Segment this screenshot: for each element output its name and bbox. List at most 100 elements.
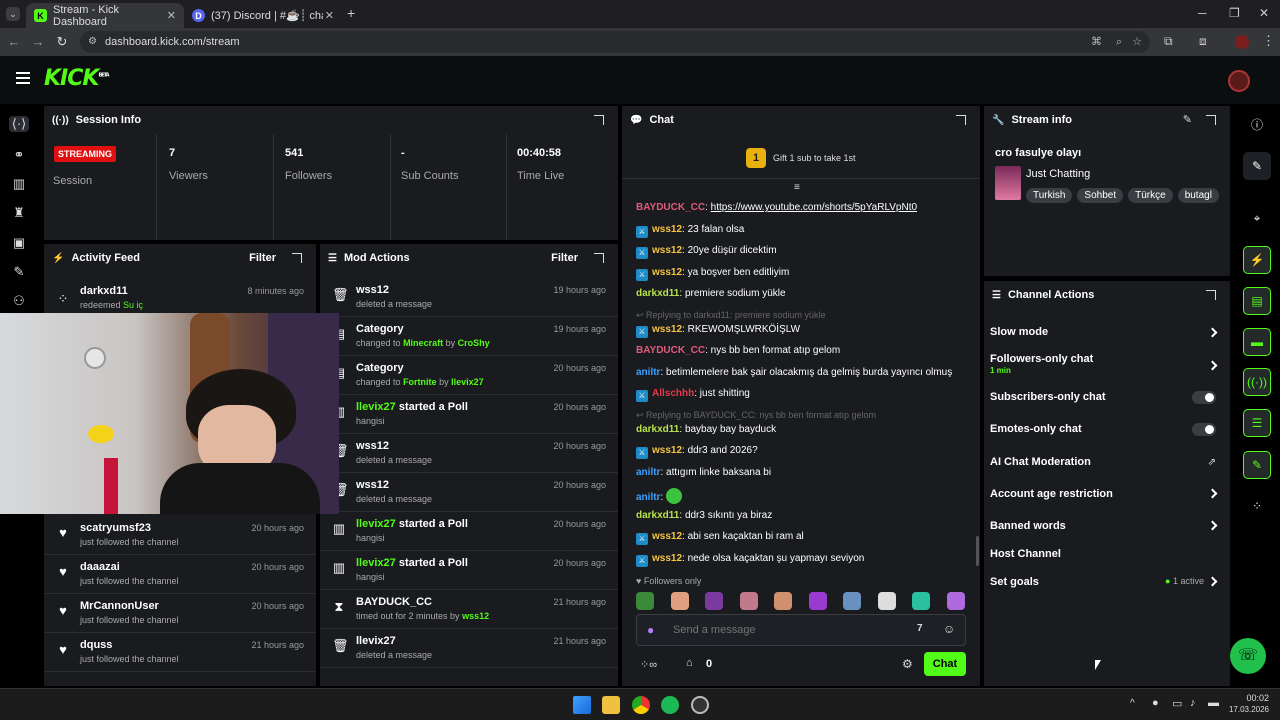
external-link-icon[interactable]: ⇗ <box>1208 457 1216 468</box>
support-headset-icon[interactable]: ☏ <box>1230 638 1266 674</box>
chat-message[interactable]: ⚔ wss12: ya boşver ben editliyim <box>636 267 789 281</box>
close-window-icon[interactable]: ✕ <box>1259 6 1269 20</box>
tab-kick-dashboard[interactable]: K Stream - Kick Dashboard ✕ <box>26 3 184 28</box>
profile-avatar[interactable] <box>1235 35 1249 49</box>
stream-broadcast-icon[interactable]: ⟨·⟩ <box>9 116 29 132</box>
lightning-icon[interactable]: ⚡ <box>1243 246 1271 274</box>
zoom-icon[interactable]: ⌕ <box>1116 31 1122 53</box>
chat-message[interactable]: ⚔ Allschhh: just shitting <box>636 388 750 402</box>
chat-username[interactable]: aniltr <box>636 467 660 478</box>
chat-scrollbar[interactable] <box>976 536 979 566</box>
volume-icon[interactable]: ♪ <box>1190 697 1196 709</box>
edit-icon[interactable]: ✎ <box>1243 152 1271 180</box>
category-name[interactable]: Just Chatting <box>1026 168 1090 180</box>
popout-icon[interactable] <box>1206 290 1216 300</box>
site-info-icon[interactable]: ⚙ <box>88 31 97 53</box>
broadcast-icon[interactable]: ((·)) <box>1243 368 1271 396</box>
chat-message[interactable]: BAYDUCK_CC: nys bb ben format atıp gelom <box>636 345 840 356</box>
chat-message[interactable]: aniltr: betimlemelere bak şair olacakmış… <box>636 367 952 378</box>
extensions-icon[interactable]: ⧉ <box>1164 34 1173 49</box>
popout-icon[interactable] <box>594 115 604 125</box>
chat-username[interactable]: wss12 <box>652 324 682 335</box>
chat-message[interactable]: ⚔ wss12: 23 falan olsa <box>636 224 744 238</box>
chat-input-box[interactable]: ● 7 ☺ <box>636 614 966 646</box>
category-name[interactable]: Minecraft <box>403 338 443 348</box>
category-thumbnail[interactable] <box>995 166 1021 200</box>
chat-username[interactable]: wss12 <box>652 267 682 278</box>
set-goals-option[interactable]: Set goals <box>990 576 1039 588</box>
forward-icon[interactable]: → <box>30 34 46 49</box>
popout-icon[interactable] <box>292 253 302 263</box>
close-tab-icon[interactable]: ✕ <box>167 9 176 22</box>
mod-user[interactable]: llevix27 <box>451 377 484 387</box>
account-age-option[interactable]: Account age restriction <box>990 488 1113 500</box>
chat-message[interactable]: darkxd11: baybay bay bayduck <box>636 424 776 435</box>
chat-username[interactable]: wss12 <box>652 245 682 256</box>
mod-user[interactable]: llevix27 <box>356 401 396 413</box>
community-icon[interactable]: ⁘ <box>1243 492 1271 520</box>
popout-icon[interactable] <box>594 253 604 263</box>
tab-search-button[interactable]: ⌄ <box>6 7 20 21</box>
link-icon[interactable]: ⚭ <box>11 147 27 163</box>
emote-shortcut-icon[interactable] <box>808 592 827 610</box>
kick-logo[interactable]: KICKBETA <box>44 66 110 91</box>
trophy-icon[interactable]: ♜ <box>11 205 27 221</box>
emote-shortcut-icon[interactable] <box>739 592 758 610</box>
chevron-right-icon[interactable] <box>1207 360 1218 371</box>
chat-message[interactable]: ⚔ wss12: ddr3 and 2026? <box>636 445 758 459</box>
emote-shortcut-icon[interactable] <box>946 592 965 610</box>
maximize-icon[interactable]: ❐ <box>1229 6 1240 20</box>
popout-icon[interactable] <box>956 115 966 125</box>
chat-username[interactable]: darkxd11 <box>636 510 679 521</box>
chat-message-input[interactable] <box>673 622 893 638</box>
chat-link[interactable]: https://www.youtube.com/shorts/5pYaRLVpN… <box>711 202 917 213</box>
emote-shortcut-icon[interactable] <box>774 592 792 610</box>
close-tab-icon[interactable]: ✕ <box>325 9 334 22</box>
chat-message[interactable]: ⚔ wss12: abi sen kaçaktan bi ram al <box>636 531 804 545</box>
emote-shortcut-icon[interactable] <box>705 592 723 610</box>
video-icon[interactable]: ▣ <box>11 235 27 251</box>
menu-kebab-icon[interactable]: ⋮ <box>1262 33 1275 49</box>
viewer-mode-icon[interactable]: ⁘∞ <box>640 658 657 671</box>
subscribers-only-toggle[interactable] <box>1192 391 1216 404</box>
wrench-icon[interactable]: ✎ <box>11 264 27 280</box>
emoji-picker-icon[interactable]: ☺ <box>943 622 955 636</box>
list-icon[interactable]: ☰ <box>1243 409 1271 437</box>
chat-username[interactable]: wss12 <box>652 445 682 456</box>
emote-shortcut-icon[interactable] <box>843 592 861 610</box>
screenshot-icon[interactable]: ⌖ <box>1243 204 1271 232</box>
tab-discord[interactable]: D (37) Discord | #☕┊ chat | Cro· ✕ <box>184 3 342 28</box>
reload-icon[interactable]: ↻ <box>54 34 70 50</box>
tray-chevron-icon[interactable]: ^ <box>1130 698 1135 709</box>
chrome-icon[interactable] <box>632 696 650 714</box>
emote-shortcut-icon[interactable] <box>636 592 654 610</box>
chat-message[interactable]: ⚔ wss12: RKEWOMŞLWRKÖİŞLW <box>636 324 800 338</box>
chat-username[interactable]: wss12 <box>652 553 682 564</box>
address-input[interactable]: ⚙ dashboard.kick.com/stream ⌘ ⌕ ☆ <box>80 31 1150 53</box>
chat-username[interactable]: wss12 <box>652 531 682 542</box>
channel-points-icon[interactable]: ⌂ <box>686 657 693 669</box>
emotes-only-toggle[interactable] <box>1192 423 1216 436</box>
chat-message[interactable]: ⚔ wss12: 20ye düşür dicektim <box>636 245 777 259</box>
mod-user[interactable]: wss12 <box>462 611 489 621</box>
app-icon[interactable] <box>691 696 709 714</box>
chat-icon[interactable]: ▬ <box>1243 328 1271 356</box>
user-avatar[interactable] <box>1228 70 1250 92</box>
reply-context[interactable]: ↩ Replying to BAYDUCK_CC: nys bb ben for… <box>636 410 876 421</box>
chat-username[interactable]: aniltr <box>636 367 660 378</box>
mod-user[interactable]: CroShy <box>458 338 490 348</box>
spotify-icon[interactable] <box>661 696 679 714</box>
chat-message[interactable]: ⚔ wss12: nede olsa kaçaktan şu yapmayı se… <box>636 553 864 567</box>
hamburger-menu-icon[interactable] <box>16 72 30 84</box>
chat-message[interactable]: darkxd11: premiere sodium yükle <box>636 288 786 299</box>
chevron-right-icon[interactable] <box>1207 520 1218 531</box>
microphone-icon[interactable]: ● <box>647 623 654 637</box>
media-icon[interactable]: ⧈ <box>1199 34 1207 49</box>
clock-date[interactable]: 17.03.2026 <box>1226 705 1269 714</box>
info-icon[interactable]: ⓘ <box>1243 110 1271 138</box>
chat-message[interactable]: BAYDUCK_CC: https://www.youtube.com/shor… <box>636 202 917 213</box>
chat-message[interactable]: darkxd11: ddr3 sıkıntı ya biraz <box>636 510 772 521</box>
mod-user[interactable]: llevix27 <box>356 518 396 530</box>
followers-only-option[interactable]: Followers-only chat <box>990 353 1093 365</box>
chat-username[interactable]: darkxd11 <box>636 424 679 435</box>
